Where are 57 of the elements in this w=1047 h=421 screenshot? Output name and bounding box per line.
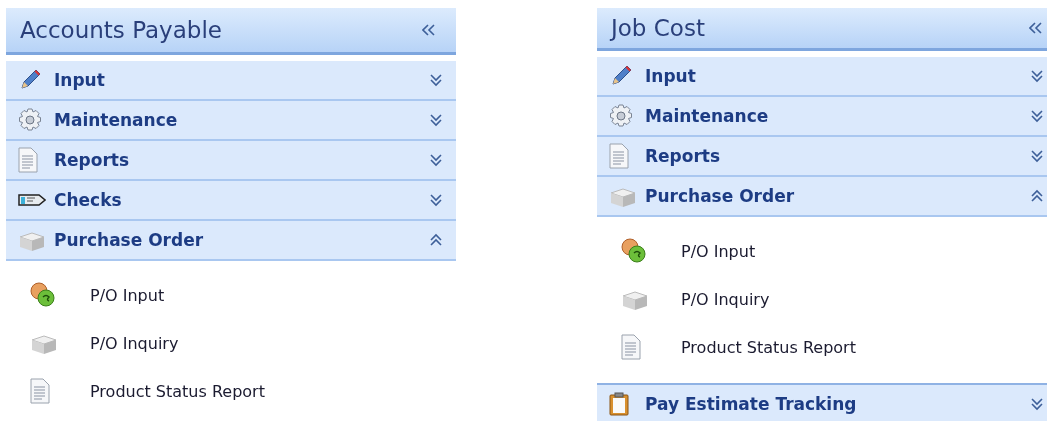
- section-header[interactable]: Checks: [6, 181, 456, 221]
- menu-item[interactable]: P/O Inquiry: [6, 319, 456, 367]
- panel-title: Job Cost: [611, 15, 705, 41]
- gear-icon: [609, 104, 633, 128]
- section-label: Reports: [54, 150, 131, 170]
- collapse-icon: [430, 233, 442, 247]
- section-header[interactable]: Pay Estimate Tracking: [597, 383, 1047, 421]
- item-label: P/O Input: [90, 285, 165, 305]
- coins-icon: [30, 282, 56, 308]
- menu-item[interactable]: Product Status Report: [597, 323, 1047, 371]
- document-icon: [18, 147, 38, 173]
- panel-title: Accounts Payable: [20, 17, 222, 43]
- expand-icon: [430, 193, 442, 207]
- document-icon: [621, 334, 641, 360]
- section-header[interactable]: Purchase Order: [597, 177, 1047, 217]
- document-icon: [30, 378, 50, 404]
- expand-icon: [1031, 69, 1043, 83]
- section-header[interactable]: Reports: [6, 141, 456, 181]
- item-label: Product Status Report: [681, 337, 856, 357]
- section-label: Purchase Order: [54, 230, 205, 250]
- pencil-icon: [18, 68, 42, 92]
- expand-icon: [430, 73, 442, 87]
- section-header[interactable]: Purchase Order: [6, 221, 456, 261]
- expand-icon: [430, 153, 442, 167]
- expand-icon: [1031, 109, 1043, 123]
- gear-icon: [18, 108, 42, 132]
- section-label: Purchase Order: [645, 186, 796, 206]
- section-label: Reports: [645, 146, 722, 166]
- section-label: Maintenance: [645, 106, 770, 126]
- section-header[interactable]: Input: [6, 61, 456, 101]
- clipboard-icon: [609, 392, 629, 416]
- item-label: P/O Inquiry: [681, 289, 770, 309]
- section-label: Maintenance: [54, 110, 179, 130]
- collapse-icon[interactable]: [1029, 22, 1043, 34]
- menu-item[interactable]: P/O Input: [6, 271, 456, 319]
- section-header[interactable]: Reports: [597, 137, 1047, 177]
- coins-icon: [621, 238, 647, 264]
- pencil-icon: [609, 64, 633, 88]
- section-label: Input: [645, 66, 697, 86]
- expand-icon: [430, 113, 442, 127]
- section-label: Pay Estimate Tracking: [645, 394, 858, 414]
- section-header[interactable]: Input: [597, 57, 1047, 97]
- collapse-icon[interactable]: [422, 24, 436, 36]
- menu-item[interactable]: P/O Input: [597, 227, 1047, 275]
- item-label: P/O Input: [681, 241, 756, 261]
- document-icon: [609, 143, 629, 169]
- menu-item[interactable]: P/O Inquiry: [597, 275, 1047, 323]
- collapse-icon: [1031, 189, 1043, 203]
- item-label: Product Status Report: [90, 381, 265, 401]
- expand-icon: [1031, 397, 1043, 411]
- expand-icon: [1031, 149, 1043, 163]
- item-label: P/O Inquiry: [90, 333, 179, 353]
- section-label: Checks: [54, 190, 123, 210]
- menu-item[interactable]: Product Status Report: [6, 367, 456, 415]
- section-header[interactable]: Maintenance: [597, 97, 1047, 137]
- section-header[interactable]: Maintenance: [6, 101, 456, 141]
- section-label: Input: [54, 70, 106, 90]
